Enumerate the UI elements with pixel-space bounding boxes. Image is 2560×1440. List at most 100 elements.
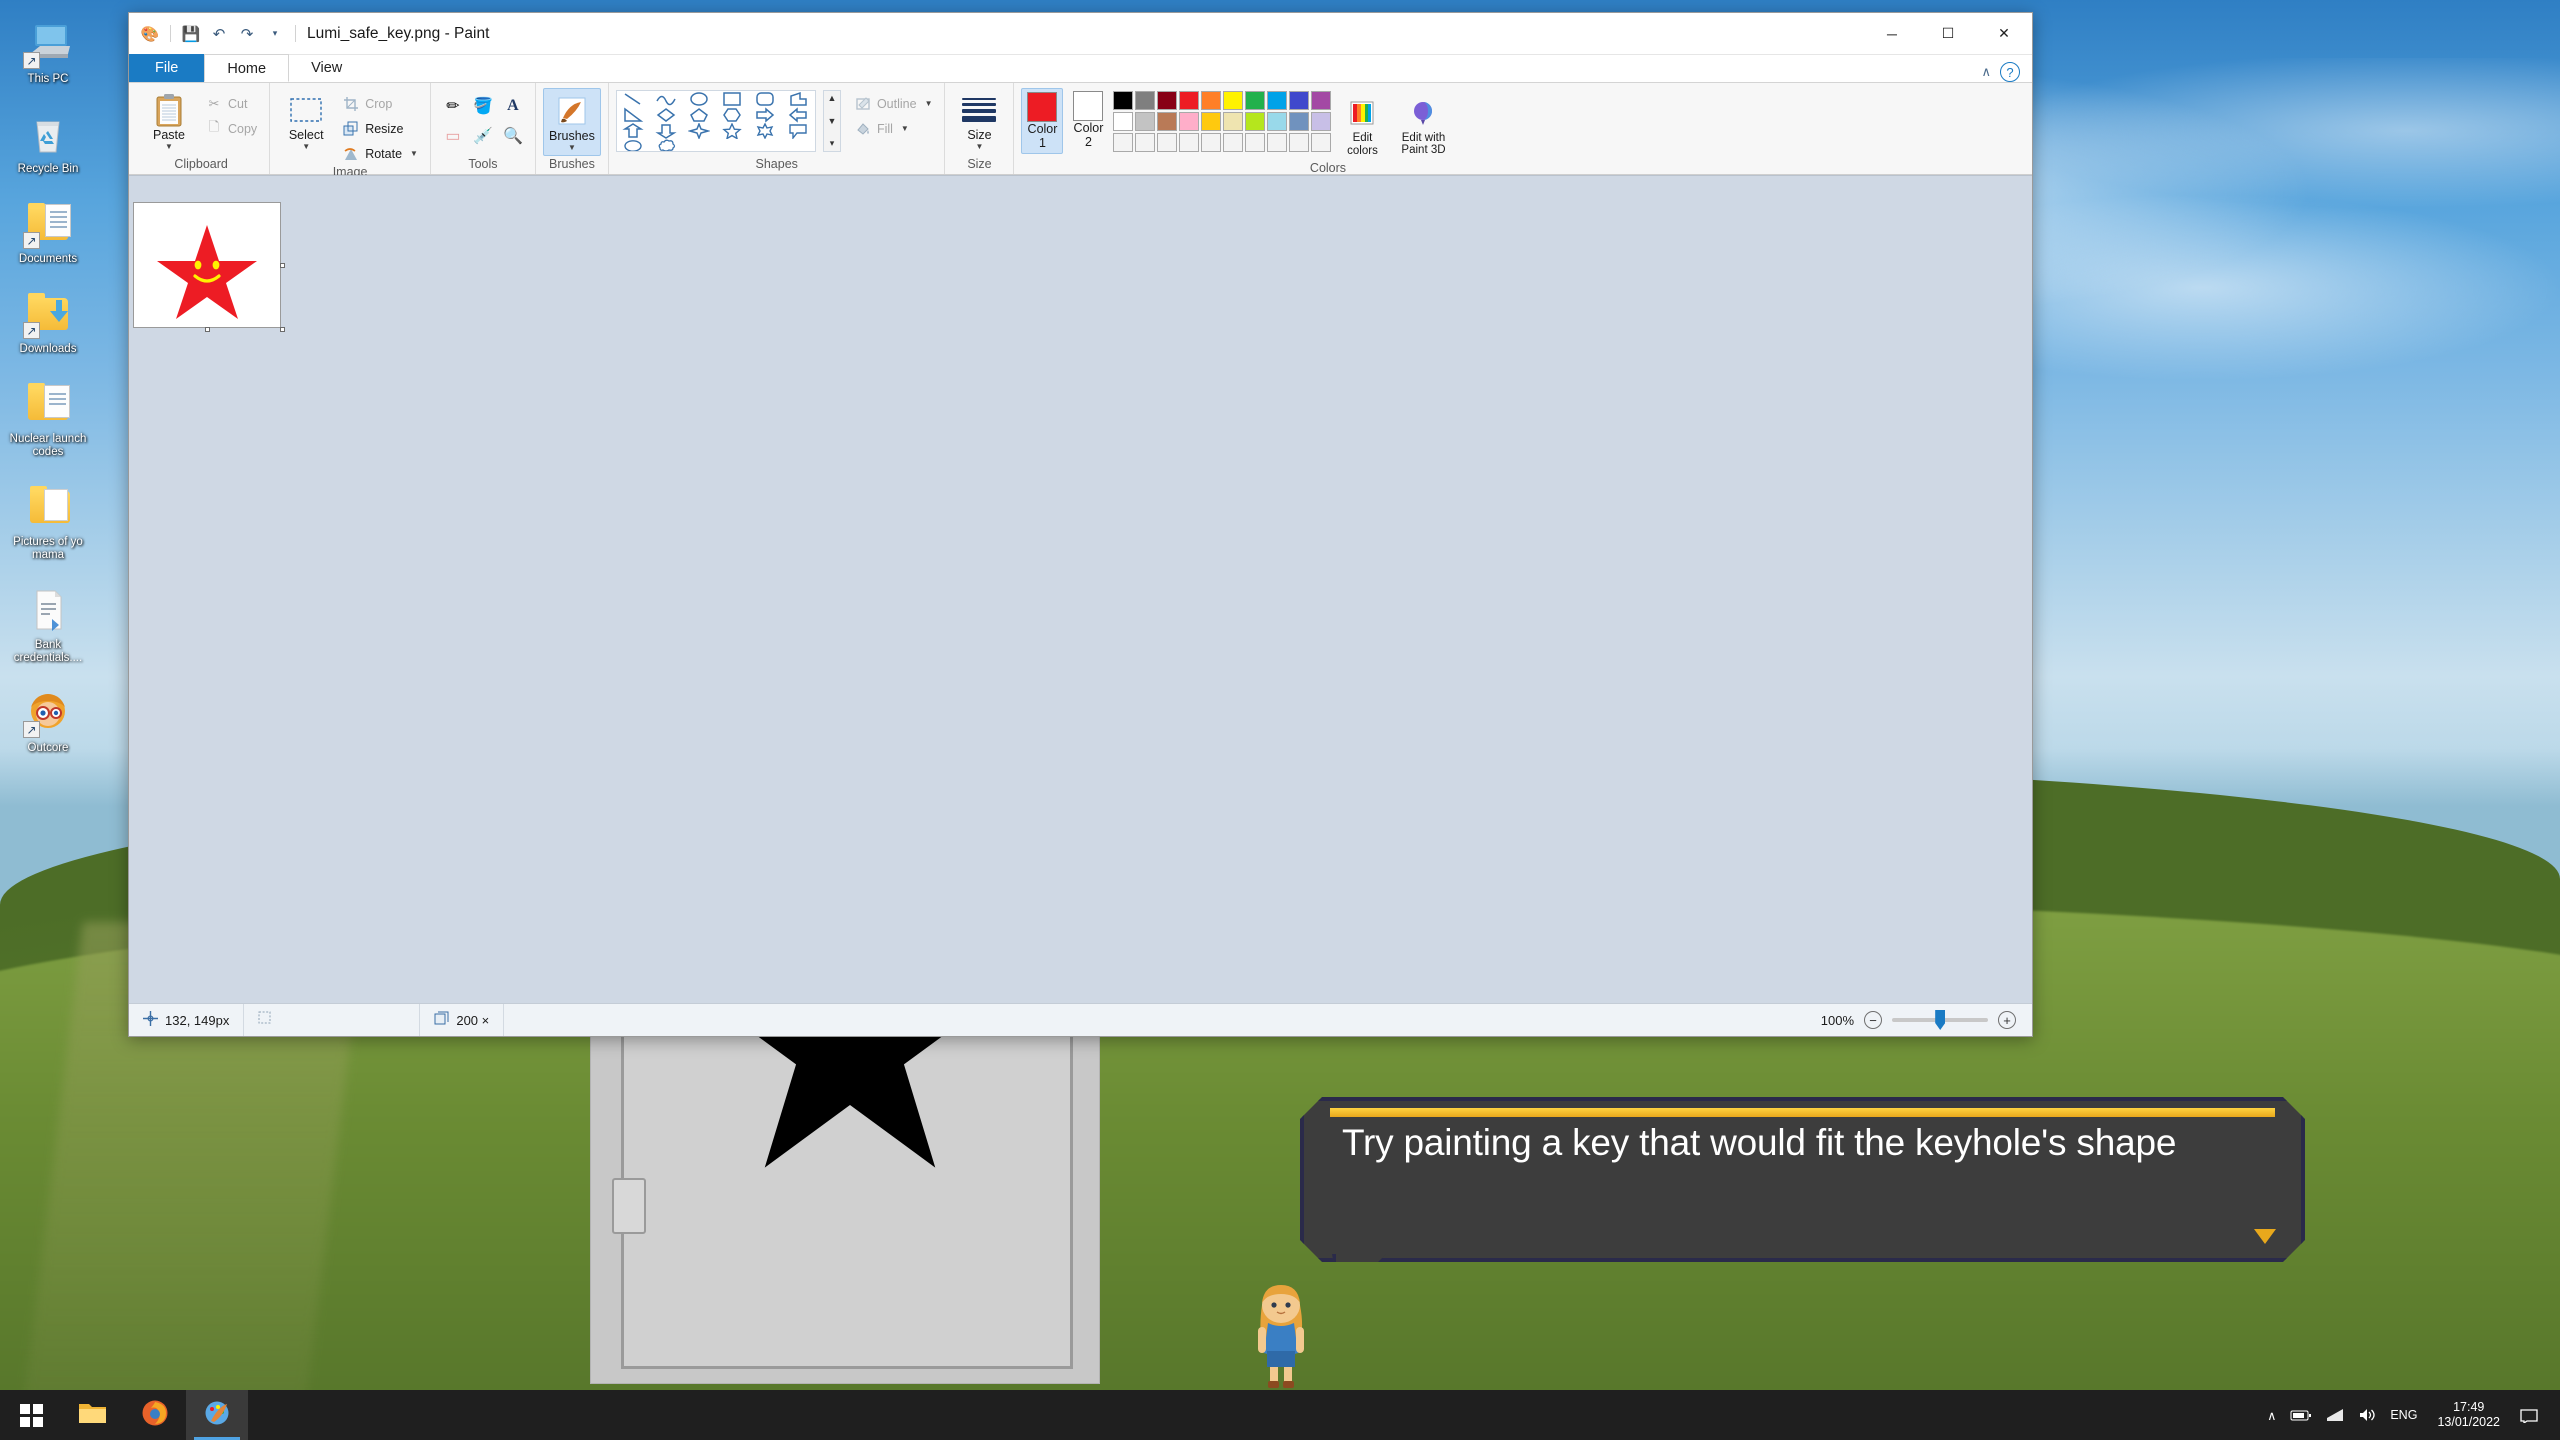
palette-swatch-r3-c5[interactable] <box>1201 133 1221 152</box>
palette-swatch-r1-c2[interactable] <box>1135 91 1155 110</box>
paste-button[interactable]: Paste ▼ <box>140 88 198 154</box>
language-indicator[interactable]: ENG <box>2390 1408 2417 1422</box>
palette-swatch-r2-c2[interactable] <box>1135 112 1155 131</box>
chevron-down-icon[interactable]: ▼ <box>901 125 909 133</box>
shape-arrow-up[interactable] <box>617 123 650 139</box>
tab-file[interactable]: File <box>129 54 204 82</box>
palette-swatch-r3-c10[interactable] <box>1311 133 1331 152</box>
edit-colors-button[interactable]: Edit colors <box>1336 91 1388 161</box>
brushes-button[interactable]: Brushes ▼ <box>543 88 601 156</box>
resize-button[interactable]: Resize <box>340 118 423 140</box>
text-icon[interactable]: A <box>498 91 528 121</box>
desktop-icon-bank-credentials[interactable]: Bank credentials.... <box>0 580 96 669</box>
volume-icon[interactable] <box>2358 1408 2376 1422</box>
shapes-expand-icon[interactable]: ▾ <box>830 138 835 149</box>
taskbar-firefox[interactable] <box>124 1390 186 1440</box>
cut-button[interactable]: ✂ Cut <box>203 93 262 115</box>
shape-pentagon[interactable] <box>683 107 716 123</box>
fill-bucket-icon[interactable]: 🪣 <box>468 91 498 121</box>
paint-canvas[interactable] <box>133 202 281 328</box>
crop-button[interactable]: Crop <box>340 93 423 115</box>
shape-rounded-rectangle[interactable] <box>749 91 782 107</box>
paint-window[interactable]: 🎨 💾 ↶ ↷ ▾ Lumi_safe_key.png - Paint ─ ☐ … <box>128 12 2033 1037</box>
desktop-icon-outcore[interactable]: ↗ Outcore <box>0 683 96 759</box>
shape-callout-round[interactable] <box>617 139 650 152</box>
start-button[interactable] <box>0 1390 62 1440</box>
taskbar-file-explorer[interactable] <box>62 1390 124 1440</box>
rotate-button[interactable]: Rotate ▼ <box>340 143 423 165</box>
show-hidden-icons-chevron[interactable]: ∧ <box>2267 1408 2276 1423</box>
palette-swatch-r1-c1[interactable] <box>1113 91 1133 110</box>
color-1-button[interactable]: Color 1 <box>1021 88 1063 154</box>
desktop-icon-this-pc[interactable]: ↗ This PC <box>0 14 96 90</box>
palette-swatch-r3-c1[interactable] <box>1113 133 1133 152</box>
canvas-resize-handle-right[interactable] <box>280 263 285 268</box>
desktop-icon-documents[interactable]: ↗ Documents <box>0 194 96 270</box>
edit-with-paint3d-button[interactable]: Edit with Paint 3D <box>1392 91 1454 161</box>
palette-swatch-r3-c3[interactable] <box>1157 133 1177 152</box>
chevron-down-icon[interactable]: ▼ <box>165 143 173 151</box>
copy-button[interactable]: 🗋 Copy <box>203 118 262 140</box>
action-center-icon[interactable] <box>2520 1408 2538 1423</box>
palette-swatch-r2-c7[interactable] <box>1245 112 1265 131</box>
paint-canvas-area[interactable] <box>129 175 2032 1003</box>
palette-swatch-r3-c6[interactable] <box>1223 133 1243 152</box>
palette-swatch-r2-c1[interactable] <box>1113 112 1133 131</box>
color-2-button[interactable]: Color 2 <box>1068 88 1108 152</box>
network-icon[interactable] <box>2326 1408 2344 1422</box>
palette-swatch-r3-c7[interactable] <box>1245 133 1265 152</box>
scroll-up-icon[interactable]: ▲ <box>827 93 836 103</box>
chevron-down-icon[interactable]: ▼ <box>976 143 984 151</box>
magnifier-icon[interactable]: 🔍 <box>498 121 528 151</box>
taskbar-paint[interactable] <box>186 1390 248 1440</box>
shape-hexagon[interactable] <box>716 107 749 123</box>
palette-swatch-r3-c2[interactable] <box>1135 133 1155 152</box>
chevron-down-icon[interactable]: ▼ <box>568 144 576 152</box>
palette-swatch-r1-c6[interactable] <box>1223 91 1243 110</box>
palette-swatch-r3-c9[interactable] <box>1289 133 1309 152</box>
close-button[interactable]: ✕ <box>1976 13 2032 54</box>
zoom-out-button[interactable]: − <box>1864 1011 1882 1029</box>
palette-swatch-r3-c4[interactable] <box>1179 133 1199 152</box>
taskbar-clock[interactable]: 17:49 13/01/2022 <box>2431 1400 2506 1430</box>
chevron-down-icon[interactable]: ▼ <box>302 143 310 151</box>
palette-swatch-r1-c4[interactable] <box>1179 91 1199 110</box>
shape-polygon[interactable] <box>782 91 815 107</box>
palette-swatch-r1-c7[interactable] <box>1245 91 1265 110</box>
shape-triangle[interactable] <box>617 107 650 123</box>
color-picker-icon[interactable]: 💉 <box>468 121 498 151</box>
fill-button[interactable]: Fill ▼ <box>852 118 938 140</box>
palette-swatch-r2-c3[interactable] <box>1157 112 1177 131</box>
shape-rectangle[interactable] <box>716 91 749 107</box>
shape-callout-cloud[interactable] <box>650 139 683 152</box>
palette-swatch-r1-c9[interactable] <box>1289 91 1309 110</box>
shape-four-point-star[interactable] <box>683 123 716 139</box>
minimize-button[interactable]: ─ <box>1864 13 1920 54</box>
palette-swatch-r1-c5[interactable] <box>1201 91 1221 110</box>
tab-home[interactable]: Home <box>204 54 289 82</box>
customize-qat-icon[interactable]: ▾ <box>262 21 288 47</box>
save-icon[interactable]: 💾 <box>178 21 204 47</box>
palette-swatch-r2-c6[interactable] <box>1223 112 1243 131</box>
help-icon[interactable]: ? <box>2000 62 2020 82</box>
redo-icon[interactable]: ↷ <box>234 21 260 47</box>
desktop-icon-downloads[interactable]: ↗ Downloads <box>0 284 96 360</box>
palette-swatch-r1-c8[interactable] <box>1267 91 1287 110</box>
shape-oval[interactable] <box>683 91 716 107</box>
show-desktop-button[interactable] <box>2548 1390 2560 1440</box>
shape-callout-rect[interactable] <box>782 123 815 139</box>
collapse-ribbon-icon[interactable]: ∧ <box>1981 64 1991 80</box>
palette-swatch-r2-c4[interactable] <box>1179 112 1199 131</box>
shapes-scrollbar[interactable]: ▲ ▼ ▾ <box>823 90 841 152</box>
palette-swatch-r2-c8[interactable] <box>1267 112 1287 131</box>
zoom-in-button[interactable]: + <box>1998 1011 2016 1029</box>
eraser-icon[interactable]: ▭ <box>438 121 468 151</box>
dialogue-box[interactable]: Try painting a key that would fit the ke… <box>1300 1097 2305 1262</box>
maximize-button[interactable]: ☐ <box>1920 13 1976 54</box>
shape-line[interactable] <box>617 91 650 107</box>
scroll-down-icon[interactable]: ▼ <box>827 116 836 126</box>
color-palette[interactable] <box>1113 88 1331 152</box>
size-button[interactable]: Size ▼ <box>952 88 1006 154</box>
undo-icon[interactable]: ↶ <box>206 21 232 47</box>
palette-swatch-r2-c9[interactable] <box>1289 112 1309 131</box>
